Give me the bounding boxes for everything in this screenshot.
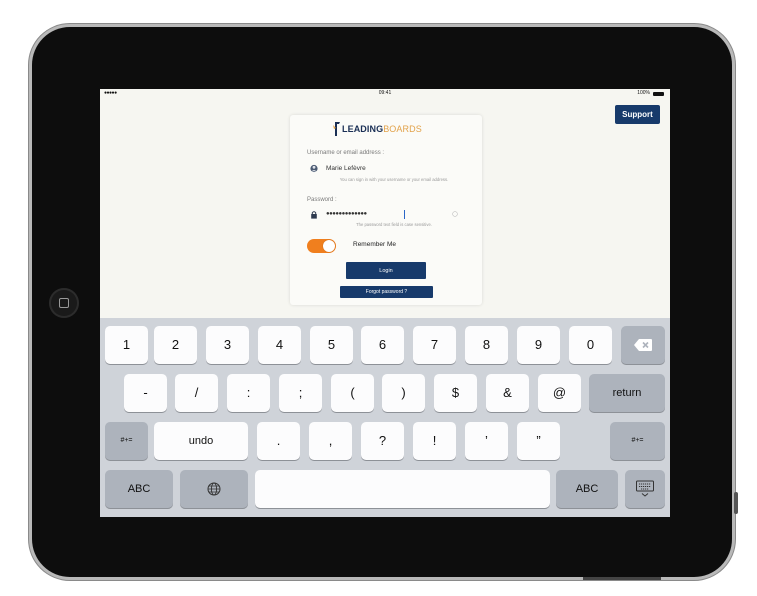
abc-key-right[interactable]: ABC <box>556 470 618 508</box>
globe-icon <box>207 482 221 496</box>
abc-key-left[interactable]: ABC <box>105 470 173 508</box>
password-field[interactable]: ●●●●●●●●●●●●● <box>310 209 462 221</box>
key-question[interactable]: ? <box>361 422 404 460</box>
login-card: LEADINGBOARDS Username or email address … <box>290 115 482 305</box>
key-dollar[interactable]: $ <box>434 374 477 412</box>
logo-text-boards: BOARDS <box>383 124 422 134</box>
key-open-paren[interactable]: ( <box>331 374 374 412</box>
key-exclamation[interactable]: ! <box>413 422 456 460</box>
key-4[interactable]: 4 <box>258 326 301 364</box>
key-2[interactable]: 2 <box>154 326 197 364</box>
key-ampersand[interactable]: & <box>486 374 529 412</box>
leadingboards-logo: LEADINGBOARDS <box>332 121 442 137</box>
key-hyphen[interactable]: - <box>124 374 167 412</box>
key-7[interactable]: 7 <box>413 326 456 364</box>
show-password-icon[interactable] <box>452 211 458 217</box>
user-icon <box>310 164 318 173</box>
remember-me-toggle[interactable] <box>307 239 336 253</box>
username-field[interactable]: Marie Lefèvre <box>310 163 462 175</box>
key-8[interactable]: 8 <box>465 326 508 364</box>
login-button[interactable]: Login <box>346 262 426 279</box>
alt-symbols-key-left[interactable]: #+= <box>105 422 148 460</box>
key-quote[interactable]: ” <box>517 422 560 460</box>
password-label: Password : <box>307 197 337 203</box>
remember-me-label: Remember Me <box>353 241 396 248</box>
lock-icon <box>311 211 317 219</box>
logo-figure-icon <box>333 122 340 136</box>
delete-key[interactable] <box>621 326 665 364</box>
device-port <box>583 577 661 580</box>
toggle-knob <box>323 240 335 252</box>
key-3[interactable]: 3 <box>206 326 249 364</box>
key-colon[interactable]: : <box>227 374 270 412</box>
support-button[interactable]: Support <box>615 105 660 124</box>
logo-text: LEADINGBOARDS <box>342 124 422 134</box>
key-5[interactable]: 5 <box>310 326 353 364</box>
status-bar: ●●●●● 09:41 100% <box>100 89 670 98</box>
alt-symbols-key-right[interactable]: #+= <box>610 422 665 460</box>
key-slash[interactable]: / <box>175 374 218 412</box>
key-semicolon[interactable]: ; <box>279 374 322 412</box>
battery-percent: 100% <box>637 90 650 96</box>
key-6[interactable]: 6 <box>361 326 404 364</box>
key-1[interactable]: 1 <box>105 326 148 364</box>
logo-text-leading: LEADING <box>342 124 384 134</box>
key-comma[interactable]: , <box>309 422 352 460</box>
on-screen-keyboard: 1 2 3 4 5 6 7 8 9 0 - / : ; ( ) $ & @ re… <box>100 318 670 517</box>
password-value: ●●●●●●●●●●●●● <box>326 211 367 217</box>
keyboard-dismiss-icon <box>636 480 654 497</box>
space-bar[interactable] <box>255 470 550 508</box>
password-hint: The password text field is case sensitiv… <box>356 222 432 227</box>
username-value: Marie Lefèvre <box>326 165 366 172</box>
backspace-icon <box>634 339 652 351</box>
return-key[interactable]: return <box>589 374 665 412</box>
undo-key[interactable]: undo <box>154 422 248 460</box>
dismiss-keyboard-key[interactable] <box>625 470 665 508</box>
app-screen: ●●●●● 09:41 100% Support LEADINGBOARDS U… <box>100 89 670 517</box>
key-close-paren[interactable]: ) <box>382 374 425 412</box>
username-hint: You can sign in with your username or yo… <box>339 177 449 182</box>
key-9[interactable]: 9 <box>517 326 560 364</box>
username-label: Username or email address : <box>307 150 385 156</box>
status-time: 09:41 <box>378 90 392 96</box>
battery-icon <box>653 91 664 96</box>
text-caret <box>404 210 405 219</box>
home-square-icon <box>59 298 69 308</box>
volume-button <box>734 492 738 514</box>
key-period[interactable]: . <box>257 422 300 460</box>
key-apostrophe[interactable]: ’ <box>465 422 508 460</box>
key-at[interactable]: @ <box>538 374 581 412</box>
globe-key[interactable] <box>180 470 248 508</box>
key-0[interactable]: 0 <box>569 326 612 364</box>
forgot-password-button[interactable]: Forgot password ? <box>340 286 433 298</box>
home-button[interactable] <box>49 288 79 318</box>
